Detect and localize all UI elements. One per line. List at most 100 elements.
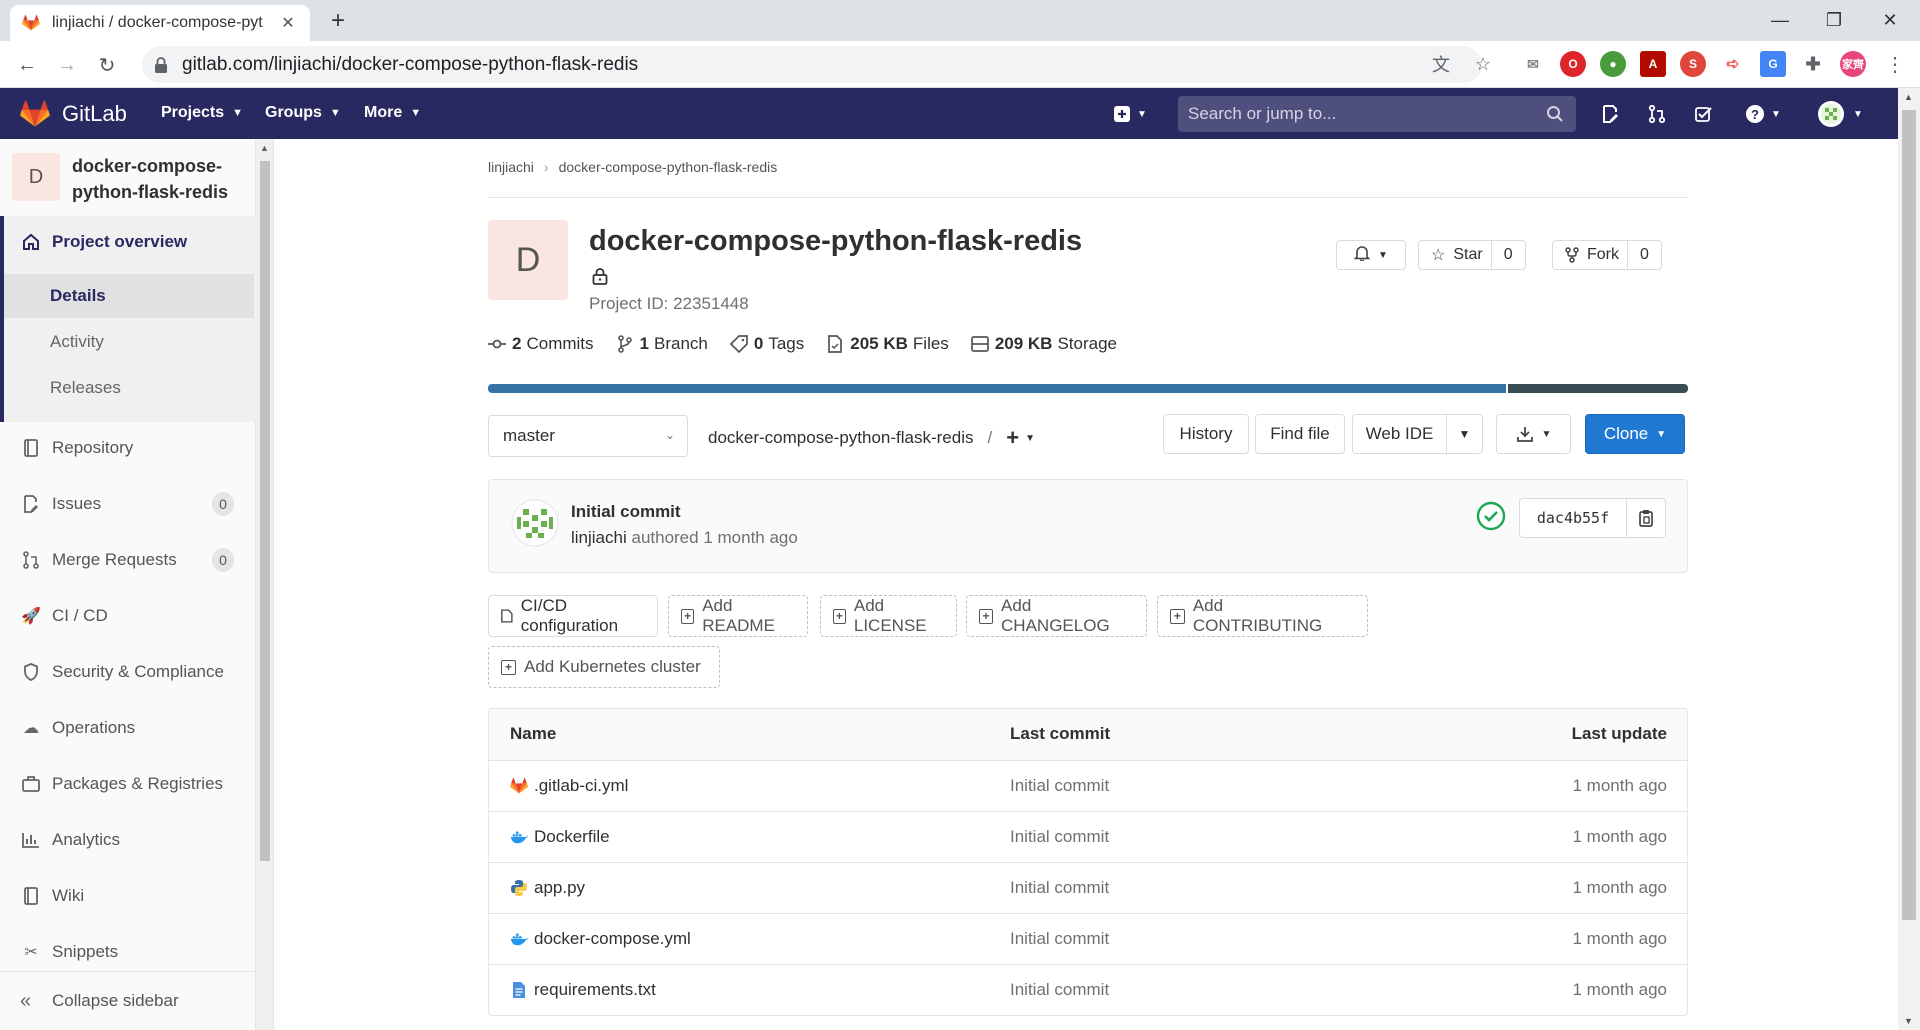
stat-commits[interactable]: 2 Commits [488,334,594,354]
sidebar-item-repository[interactable]: Repository [20,437,133,459]
history-button[interactable]: History [1163,414,1249,454]
extension-arrow-icon[interactable]: ➪ [1720,51,1746,77]
sidebar-item-operations[interactable]: ☁ Operations [20,717,135,739]
sidebar-scroll-thumb[interactable] [260,161,270,861]
scroll-down-arrow-icon[interactable]: ▼ [1904,1016,1913,1026]
profile-avatar[interactable]: 家齊 [1840,51,1866,77]
search-input[interactable]: Search or jump to... [1178,96,1576,132]
notification-dropdown[interactable]: ▼ [1336,240,1406,270]
sidebar-sub-activity[interactable]: Activity [4,320,254,364]
window-close-icon[interactable]: ✕ [1862,0,1918,41]
find-file-button[interactable]: Find file [1255,414,1345,454]
add-kubernetes-cluster-button[interactable]: + Add Kubernetes cluster [488,646,720,688]
browser-menu-icon[interactable]: ⋮ [1882,51,1908,77]
extension-globe-icon[interactable]: ● [1600,51,1626,77]
last-commit-cell[interactable]: Initial commit [1010,776,1109,796]
scroll-up-arrow-icon[interactable]: ▲ [260,143,269,153]
gitlab-logo-icon[interactable] [20,100,50,128]
gitlab-brand[interactable]: GitLab [62,101,127,127]
fork-button[interactable]: Fork 0 [1552,240,1662,270]
table-row[interactable]: app.py Initial commit 1 month ago [489,862,1687,913]
file-name-cell[interactable]: docker-compose.yml [510,929,691,949]
new-item-dropdown[interactable]: ▼ [1108,102,1152,126]
page-scrollbar[interactable]: ▲ ▼ [1898,88,1920,1030]
pipeline-passed-icon[interactable] [1476,501,1506,531]
help-dropdown[interactable]: ? ▼ [1740,102,1786,126]
repo-root-link[interactable]: docker-compose-python-flask-redis [708,428,974,448]
browser-tab[interactable]: linjiachi / docker-compose-pyt ✕ [10,5,310,41]
nav-more[interactable]: More ▼ [364,104,421,122]
file-name-cell[interactable]: Dockerfile [510,827,610,847]
file-name-cell[interactable]: app.py [510,878,585,898]
table-row[interactable]: Dockerfile Initial commit 1 month ago [489,811,1687,862]
repository-languages-bar[interactable] [488,384,1688,393]
sidebar-item-merge-requests[interactable]: Merge Requests [20,549,177,571]
translate-icon[interactable]: 文 [1428,51,1454,77]
sidebar-item-project-overview[interactable]: Project overview [20,231,187,253]
sidebar-sub-releases[interactable]: Releases [4,366,254,410]
last-commit-cell[interactable]: Initial commit [1010,827,1109,847]
language-segment[interactable] [1508,384,1688,393]
extension-opera-icon[interactable]: O [1560,51,1586,77]
commit-sha[interactable]: dac4b55f [1519,498,1627,538]
minimize-icon[interactable]: — [1752,0,1808,41]
todo-icon[interactable] [1692,102,1716,126]
table-row[interactable]: .gitlab-ci.yml Initial commit 1 month ag… [489,760,1687,811]
web-ide-button[interactable]: Web IDE [1352,414,1447,454]
stat-files[interactable]: 205 KB Files [826,334,949,354]
sidebar-item-analytics[interactable]: Analytics [20,829,120,851]
table-row[interactable]: docker-compose.yml Initial commit 1 mont… [489,913,1687,964]
sidebar-item-issues[interactable]: Issues [20,493,101,515]
extensions-puzzle-icon[interactable]: ✚ [1800,51,1826,77]
last-commit-cell[interactable]: Initial commit [1010,878,1109,898]
fork-count[interactable]: 0 [1627,241,1661,269]
star-button[interactable]: ☆ Star 0 [1418,240,1526,270]
add-changelog-button[interactable]: + Add CHANGELOG [966,595,1147,637]
extension-pdf-icon[interactable]: A [1640,51,1666,77]
clone-dropdown[interactable]: Clone ▼ [1585,414,1685,454]
stat-storage[interactable]: 209 KB Storage [970,334,1117,354]
copy-sha-button[interactable] [1626,498,1666,538]
sidebar-item-wiki[interactable]: Wiki [20,885,84,907]
extension-mail-icon[interactable]: ✉ [1520,51,1546,77]
download-dropdown[interactable]: ▼ [1496,414,1571,454]
tab-close-icon[interactable]: ✕ [278,13,298,33]
sidebar-project-header[interactable]: D docker-compose-python-flask-redis [12,153,242,205]
user-menu-dropdown[interactable]: ▼ [1814,101,1866,127]
sidebar-sub-details[interactable]: Details [4,274,254,318]
extension-s-icon[interactable]: S [1680,51,1706,77]
branch-selector[interactable]: master ⌄ [488,415,688,457]
sidebar-item-packages[interactable]: Packages & Registries [20,773,223,795]
back-icon[interactable]: ← [12,50,42,80]
nav-groups[interactable]: Groups ▼ [265,104,341,122]
commit-author[interactable]: linjiachi [571,528,627,547]
scroll-up-arrow-icon[interactable]: ▲ [1904,92,1913,102]
add-readme-button[interactable]: + Add README [668,595,808,637]
page-scroll-thumb[interactable] [1902,110,1916,920]
author-avatar[interactable] [511,499,559,547]
add-to-tree-dropdown[interactable]: + ▼ [1006,425,1035,451]
add-license-button[interactable]: + Add LICENSE [820,595,957,637]
nav-projects[interactable]: Projects ▼ [161,104,243,122]
last-commit-cell[interactable]: Initial commit [1010,929,1109,949]
sidebar-item-security[interactable]: Security & Compliance [20,661,224,683]
file-name-cell[interactable]: .gitlab-ci.yml [510,776,628,796]
last-commit-cell[interactable]: Initial commit [1010,980,1109,1000]
breadcrumb-namespace[interactable]: linjiachi [488,159,534,175]
commit-title[interactable]: Initial commit [571,502,681,522]
merge-request-icon[interactable] [1645,102,1669,126]
sidebar-item-snippets[interactable]: ✂ Snippets [20,941,118,963]
restore-icon[interactable]: ❐ [1806,0,1862,41]
new-tab-icon[interactable]: + [324,8,352,36]
star-count[interactable]: 0 [1490,241,1525,269]
breadcrumb-project[interactable]: docker-compose-python-flask-redis [559,159,778,175]
collapse-sidebar-button[interactable]: « Collapse sidebar [0,971,256,1030]
forward-icon[interactable]: → [52,50,82,80]
table-row[interactable]: requirements.txt Initial commit 1 month … [489,964,1687,1015]
file-name-cell[interactable]: requirements.txt [510,980,656,1000]
web-ide-dropdown[interactable]: ▼ [1446,414,1483,454]
language-segment[interactable] [488,384,1507,393]
address-bar[interactable]: gitlab.com/linjiachi/docker-compose-pyth… [142,46,1482,83]
extension-google-translate-icon[interactable]: G [1760,51,1786,77]
issues-icon[interactable] [1598,102,1622,126]
